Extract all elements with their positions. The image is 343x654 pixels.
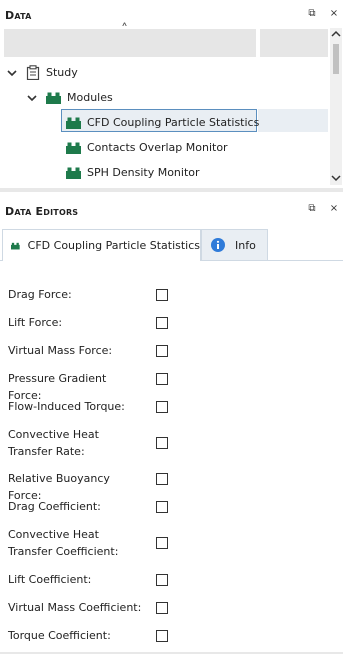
field-checkbox[interactable] <box>156 437 168 449</box>
field-label: Virtual Mass Force: <box>8 344 113 357</box>
field-checkbox[interactable] <box>156 345 168 357</box>
tab-label: CFD Coupling Particle Statistics <box>27 239 200 252</box>
form-row: Lift Force: <box>0 314 343 331</box>
module-icon <box>66 167 81 179</box>
field-checkbox[interactable] <box>156 401 168 413</box>
field-label: Lift Force: <box>8 316 63 329</box>
module-icon <box>66 117 81 129</box>
field-label: Virtual Mass Coefficient: <box>8 601 142 614</box>
tree-scrollbar[interactable] <box>330 28 342 185</box>
field-label: Convective Heat Transfer Coefficient: <box>8 528 119 558</box>
form-row: Convective Heat Transfer Coefficient: <box>0 526 343 560</box>
close-icon[interactable]: × <box>328 203 340 215</box>
scroll-down-icon[interactable] <box>331 174 341 182</box>
tab-label: Info <box>235 238 256 252</box>
tree-item-cfd-coupling[interactable]: CFD Coupling Particle Statistics <box>66 110 259 135</box>
field-checkbox[interactable] <box>156 602 168 614</box>
tab-info[interactable]: Info <box>201 229 268 261</box>
form-row: Drag Force: <box>0 286 343 303</box>
data-editors-panel-title: Data Editors <box>5 205 79 218</box>
tree-column-header[interactable] <box>4 29 256 57</box>
close-icon[interactable]: × <box>328 8 340 20</box>
field-label: Drag Coefficient: <box>8 500 101 513</box>
form-row: Pressure Gradient Force: <box>0 370 343 402</box>
scrollbar-thumb[interactable] <box>333 44 339 74</box>
module-icon <box>11 242 20 249</box>
tree-item-study[interactable]: Study <box>6 60 78 85</box>
chevron-down-icon[interactable] <box>26 92 38 104</box>
info-icon <box>211 238 225 252</box>
field-checkbox[interactable] <box>156 317 168 329</box>
tree-item-label: SPH Density Monitor <box>87 166 200 179</box>
tree-item-label: CFD Coupling Particle Statistics <box>87 116 260 129</box>
field-checkbox[interactable] <box>156 373 168 385</box>
selection-value-cell <box>258 109 328 132</box>
form-row: Relative Buoyancy Force: <box>0 470 343 502</box>
tree-item-contacts-overlap[interactable]: Contacts Overlap Monitor <box>66 135 228 160</box>
field-checkbox[interactable] <box>156 289 168 301</box>
tree-item-label: Modules <box>67 91 113 104</box>
form-row: Torque Coefficient: <box>0 627 343 644</box>
form-row: Virtual Mass Force: <box>0 342 343 359</box>
clipboard-icon <box>26 65 40 80</box>
field-checkbox[interactable] <box>156 630 168 642</box>
tab-cfd-coupling[interactable]: CFD Coupling Particle Statistics <box>2 229 201 261</box>
tree-item-modules[interactable]: Modules <box>26 85 113 110</box>
field-label: Drag Force: <box>8 288 72 301</box>
form-row: Drag Coefficient: <box>0 498 343 515</box>
chevron-down-icon[interactable] <box>6 67 18 79</box>
scroll-up-icon[interactable] <box>331 30 341 38</box>
restore-icon[interactable]: ⧉ <box>306 8 318 20</box>
field-label: Torque Coefficient: <box>8 629 111 642</box>
field-checkbox[interactable] <box>156 537 168 549</box>
field-label: Lift Coefficient: <box>8 573 92 586</box>
module-icon <box>46 92 61 104</box>
field-label: Convective Heat Transfer Rate: <box>8 428 99 458</box>
field-label: Flow-Induced Torque: <box>8 400 125 413</box>
form-row: Virtual Mass Coefficient: <box>0 599 343 616</box>
tree-item-label: Contacts Overlap Monitor <box>87 141 228 154</box>
restore-icon[interactable]: ⧉ <box>306 203 318 215</box>
module-icon <box>66 142 81 154</box>
field-checkbox[interactable] <box>156 574 168 586</box>
field-checkbox[interactable] <box>156 501 168 513</box>
tree-item-sph-density[interactable]: SPH Density Monitor <box>66 160 200 185</box>
data-panel-title: Data <box>5 9 32 22</box>
form-row: Flow-Induced Torque: <box>0 398 343 415</box>
sort-arrow-icon: ˄ <box>121 22 128 38</box>
tree-item-label: Study <box>46 66 78 79</box>
form-row: Convective Heat Transfer Rate: <box>0 426 343 460</box>
form-row: Lift Coefficient: <box>0 571 343 588</box>
field-checkbox[interactable] <box>156 473 168 485</box>
panel-splitter[interactable] <box>0 188 343 192</box>
value-column-header[interactable] <box>260 29 328 57</box>
